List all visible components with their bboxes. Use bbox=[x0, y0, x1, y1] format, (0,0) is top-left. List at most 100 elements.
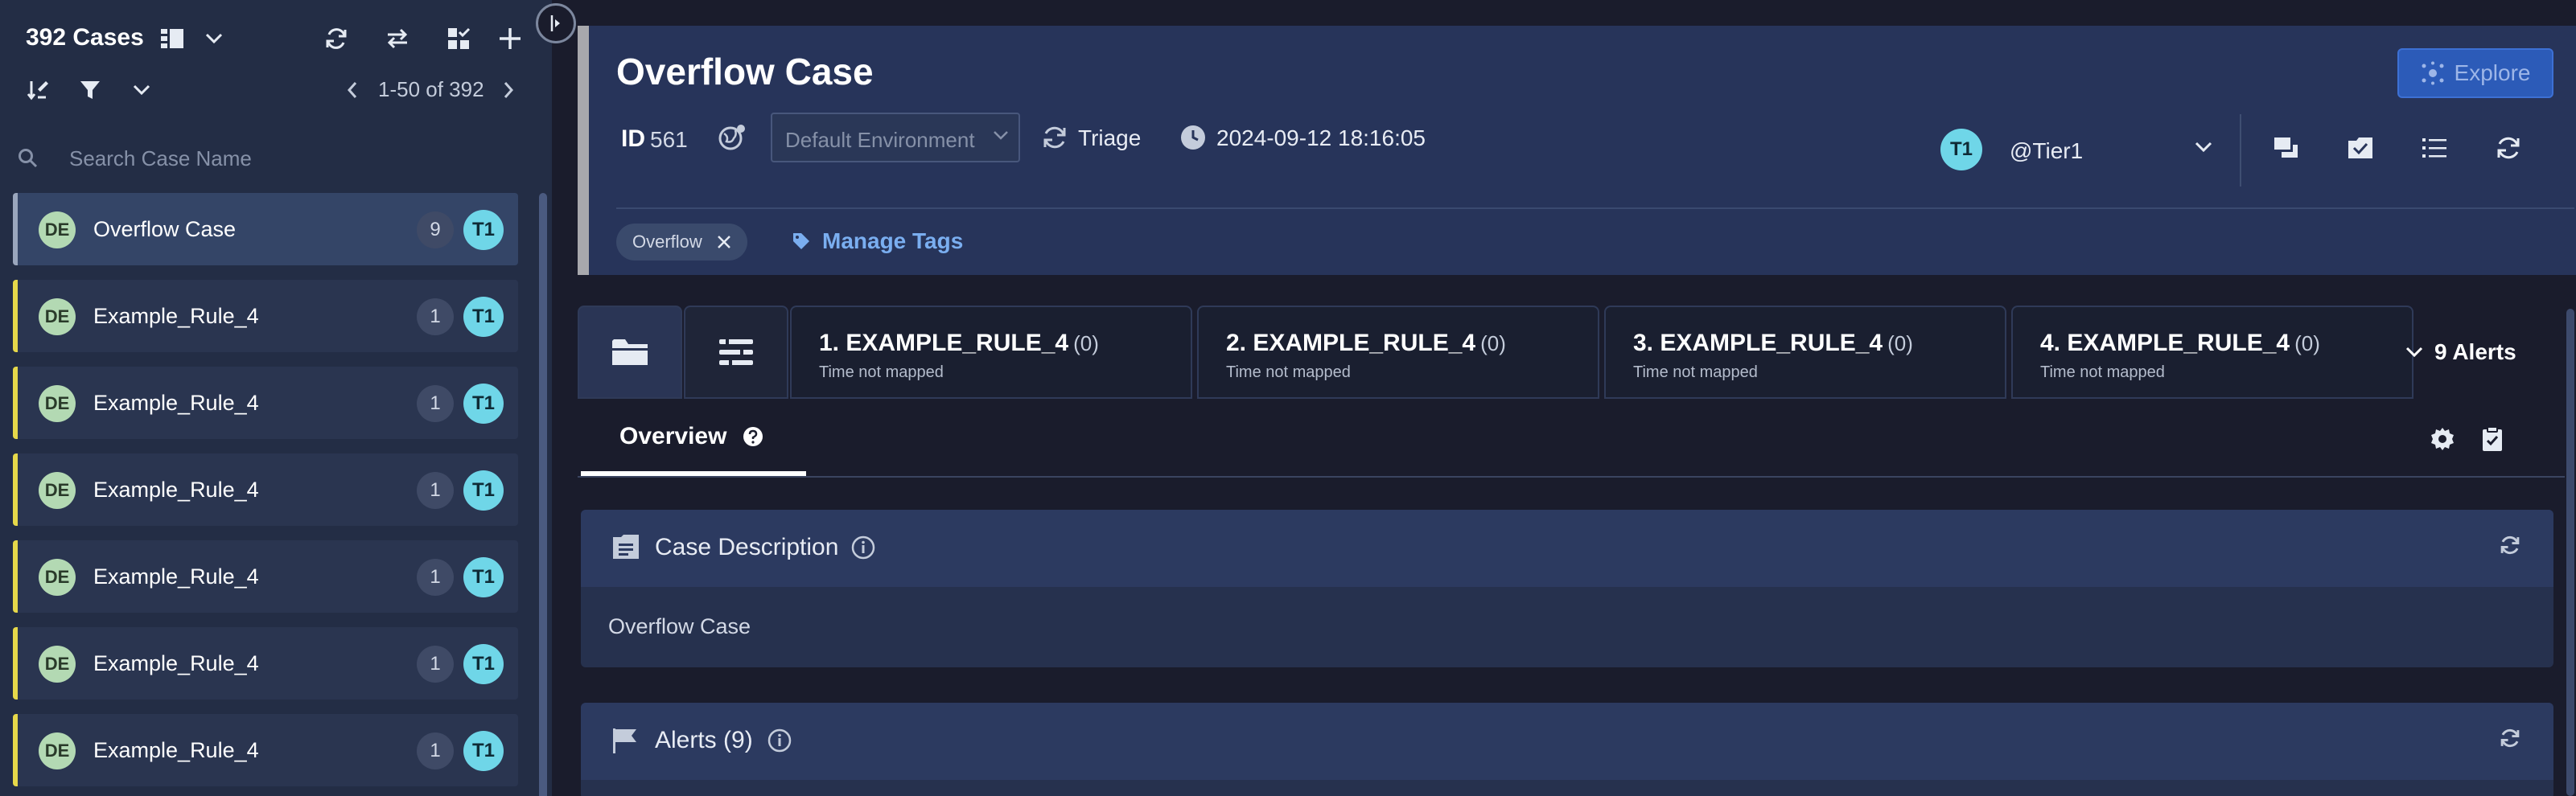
search-input[interactable] bbox=[69, 142, 520, 175]
alert-tab-subtitle: Time not mapped bbox=[2040, 363, 2165, 381]
collapse-sidebar-button[interactable] bbox=[536, 3, 576, 43]
alert-tab[interactable]: 2. EXAMPLE_RULE_4 (0) Time not mapped bbox=[1197, 306, 1599, 399]
avatar: DE bbox=[39, 472, 76, 509]
alert-tab-count: (0) bbox=[1480, 331, 1506, 355]
case-name: Example_Rule_4 bbox=[93, 391, 259, 415]
alert-tab[interactable]: 1. EXAMPLE_RULE_4 (0) Time not mapped bbox=[790, 306, 1192, 399]
alerts-panel: Alerts (9) bbox=[581, 703, 2553, 796]
sidebar-scrollbar[interactable] bbox=[539, 193, 547, 796]
environment-placeholder: Default Environment bbox=[785, 128, 975, 152]
case-item[interactable]: DE Example_Rule_4 1 T1 bbox=[13, 540, 518, 613]
alert-tab[interactable]: 3. EXAMPLE_RULE_4 (0) Time not mapped bbox=[1604, 306, 2006, 399]
assignee-name: @Tier1 bbox=[2010, 138, 2084, 163]
manage-tags-link[interactable]: Manage Tags bbox=[792, 228, 963, 254]
assignee-select[interactable]: T1 @Tier1 bbox=[1940, 125, 2222, 174]
tier-badge: T1 bbox=[463, 297, 504, 337]
tier-badge: T1 bbox=[463, 470, 504, 511]
alert-tab-title: 1. EXAMPLE_RULE_4 bbox=[819, 330, 1069, 356]
alert-tab[interactable]: 4. EXAMPLE_RULE_4 (0) Time not mapped bbox=[2011, 306, 2413, 399]
refresh-icon[interactable] bbox=[320, 23, 352, 55]
alert-count-badge: 1 bbox=[417, 472, 454, 509]
avatar: DE bbox=[39, 646, 76, 683]
filter-chevron-down-icon[interactable] bbox=[126, 74, 158, 106]
tier-badge: T1 bbox=[463, 210, 504, 250]
list-view-icon[interactable] bbox=[156, 23, 188, 55]
add-case-icon[interactable] bbox=[494, 23, 526, 55]
collapse-icon bbox=[550, 15, 560, 31]
explore-icon bbox=[2422, 61, 2444, 85]
alerts-toggle[interactable]: 9 Alerts bbox=[2405, 339, 2516, 365]
refresh-icon[interactable] bbox=[2499, 534, 2521, 556]
tag-icon bbox=[793, 233, 809, 249]
view-chevron-down-icon[interactable] bbox=[198, 23, 230, 55]
chat-icon[interactable] bbox=[2267, 129, 2306, 167]
avatar: DE bbox=[39, 385, 76, 422]
active-tab-indicator bbox=[581, 471, 806, 476]
environment-select[interactable]: Default Environment bbox=[771, 113, 1020, 162]
case-name: Example_Rule_4 bbox=[93, 738, 259, 762]
list-icon bbox=[719, 339, 753, 365]
alert-tab-title: 2. EXAMPLE_RULE_4 bbox=[1226, 330, 1476, 356]
sort-icon[interactable] bbox=[23, 74, 55, 106]
refresh-icon[interactable] bbox=[2489, 129, 2528, 167]
alert-tab-subtitle: Time not mapped bbox=[1633, 363, 1758, 381]
case-item[interactable]: DE Example_Rule_4 1 T1 bbox=[13, 627, 518, 700]
info-icon[interactable] bbox=[851, 535, 875, 560]
tab-overview[interactable]: Overview bbox=[619, 423, 763, 450]
divider bbox=[616, 207, 2574, 209]
case-description-text: Overflow Case bbox=[608, 614, 751, 638]
case-tabs: 1. EXAMPLE_RULE_4 (0) Time not mapped 2. … bbox=[578, 306, 2576, 399]
folder-icon bbox=[612, 339, 648, 365]
alert-count-badge: 1 bbox=[417, 385, 454, 422]
case-name: Example_Rule_4 bbox=[93, 304, 259, 328]
alert-tab-count: (0) bbox=[2294, 331, 2320, 355]
case-item[interactable]: DE Example_Rule_4 1 T1 bbox=[13, 453, 518, 526]
tab-overview-folder[interactable] bbox=[578, 306, 682, 399]
case-stage[interactable]: Triage bbox=[1078, 125, 1141, 151]
chevron-down-icon bbox=[2195, 142, 2212, 153]
next-page-icon[interactable] bbox=[492, 74, 525, 106]
case-item[interactable]: DE Example_Rule_4 1 T1 bbox=[13, 714, 518, 786]
grid-check-icon[interactable] bbox=[442, 23, 475, 55]
task-check-icon[interactable] bbox=[2341, 129, 2380, 167]
gear-icon[interactable] bbox=[2425, 421, 2460, 457]
alert-count-badge: 1 bbox=[417, 646, 454, 683]
tab-list[interactable] bbox=[684, 306, 788, 399]
divider bbox=[2240, 114, 2241, 187]
environment-icon bbox=[716, 122, 748, 151]
case-item[interactable]: DE Example_Rule_4 1 T1 bbox=[13, 367, 518, 439]
case-name: Example_Rule_4 bbox=[93, 564, 259, 589]
case-queue-sidebar: 392 Cases 1-50 of 392 Search Case Name D… bbox=[0, 0, 552, 796]
case-count: 392 Cases bbox=[26, 24, 144, 51]
avatar: DE bbox=[39, 211, 76, 248]
sidebar-toolbar: 392 Cases bbox=[0, 18, 552, 59]
case-item[interactable]: DE Example_Rule_4 1 T1 bbox=[13, 280, 518, 352]
filter-icon[interactable] bbox=[74, 74, 106, 106]
list-icon[interactable] bbox=[2415, 129, 2454, 167]
tag-chip: Overflow bbox=[616, 224, 747, 261]
chevron-down-icon bbox=[2405, 347, 2423, 358]
clipboard-check-icon[interactable] bbox=[2475, 421, 2510, 457]
stage-icon bbox=[1041, 124, 1068, 151]
id-label: ID bbox=[621, 125, 645, 152]
prev-page-icon[interactable] bbox=[336, 74, 368, 106]
info-icon[interactable] bbox=[767, 728, 792, 753]
explore-button[interactable]: Explore bbox=[2397, 48, 2553, 98]
alert-tab-title: 4. EXAMPLE_RULE_4 bbox=[2040, 330, 2290, 356]
search-icon bbox=[18, 148, 39, 169]
refresh-icon[interactable] bbox=[2499, 727, 2521, 749]
help-icon[interactable] bbox=[743, 426, 763, 447]
assignee-avatar: T1 bbox=[1940, 129, 1982, 170]
case-item[interactable]: DE Overflow Case 9 T1 bbox=[13, 193, 518, 265]
alert-tab-subtitle: Time not mapped bbox=[1226, 363, 1351, 381]
swap-icon[interactable] bbox=[381, 23, 414, 55]
case-name: Example_Rule_4 bbox=[93, 478, 259, 502]
main-scrollbar[interactable] bbox=[2566, 309, 2574, 796]
case-header: Overflow Case Explore ID 561 Default Env… bbox=[578, 26, 2576, 275]
case-timestamp: 2024-09-12 18:16:05 bbox=[1216, 125, 1426, 150]
alert-tab-count: (0) bbox=[1887, 331, 1913, 355]
case-meta-row: ID 561 Default Environment Triage 2024-0… bbox=[616, 113, 1582, 162]
close-icon[interactable] bbox=[717, 235, 731, 249]
panel-title: Case Description bbox=[655, 534, 839, 560]
page-title: Overflow Case bbox=[616, 51, 874, 92]
